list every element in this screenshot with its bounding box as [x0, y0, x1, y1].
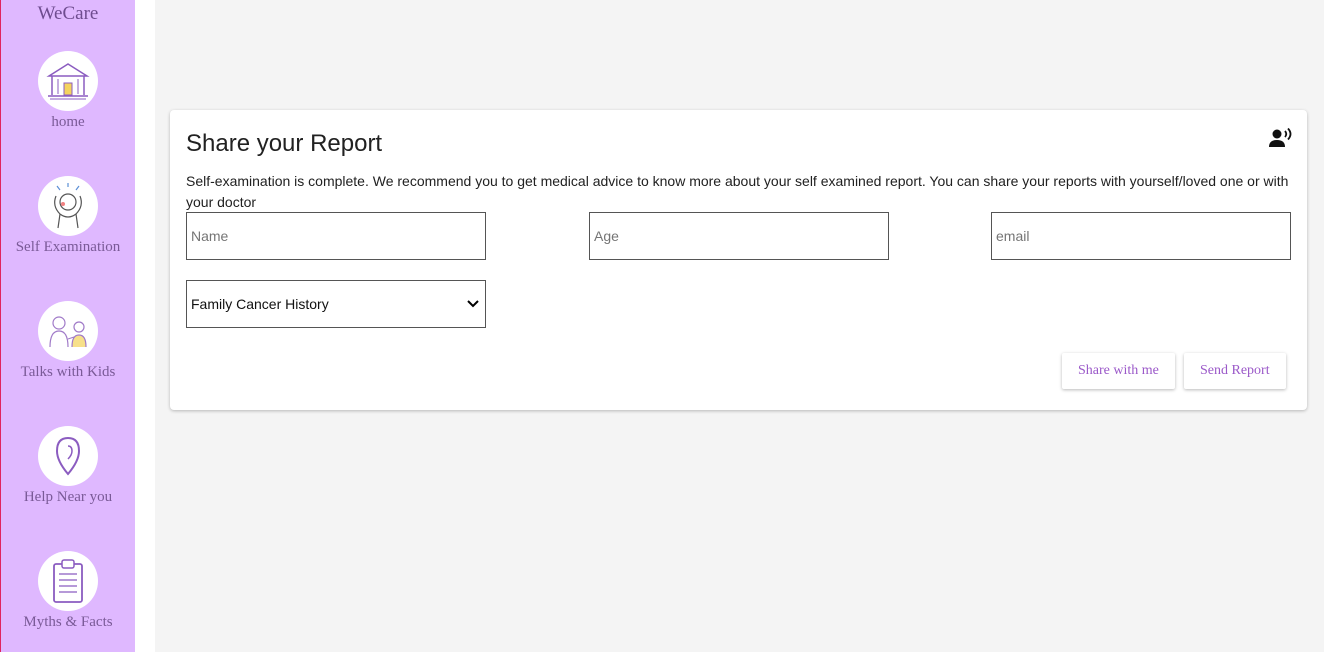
age-input[interactable] [589, 212, 889, 260]
sidebar: WeCare home Self Examination Talks with … [0, 0, 135, 652]
share-with-me-button[interactable]: Share with me [1062, 353, 1175, 389]
text-to-speech-icon[interactable] [1269, 127, 1293, 149]
page-title: Share your Report [186, 130, 383, 157]
talks-with-kids-icon [38, 301, 98, 361]
sidebar-item-self-examination[interactable]: Self Examination [1, 176, 135, 256]
sidebar-item-label: Self Examination [15, 239, 121, 255]
email-input[interactable] [991, 212, 1291, 260]
sidebar-item-label: home [51, 114, 85, 130]
family-cancer-history-select[interactable]: Family Cancer History [186, 280, 486, 328]
self-examination-icon [38, 176, 98, 236]
sidebar-item-label: Myths & Facts [23, 614, 113, 630]
share-report-card: Share your Report Self-examination is co… [170, 110, 1307, 410]
sidebar-item-home[interactable]: home [1, 51, 135, 131]
brand-title: WeCare [37, 3, 99, 24]
home-icon [38, 51, 98, 111]
sidebar-item-talks-with-kids[interactable]: Talks with Kids [1, 301, 135, 381]
sidebar-item-label: Help Near you [23, 489, 113, 505]
clipboard-icon [38, 551, 98, 611]
sidebar-item-label: Talks with Kids [20, 364, 116, 380]
sidebar-item-myths-facts[interactable]: Myths & Facts [1, 551, 135, 631]
sidebar-gutter [135, 0, 155, 652]
send-report-button[interactable]: Send Report [1184, 353, 1286, 389]
chevron-down-icon [467, 300, 479, 308]
report-description: Self-examination is complete. We recomme… [186, 173, 1289, 210]
name-input[interactable] [186, 212, 486, 260]
location-pin-icon [38, 426, 98, 486]
sidebar-item-help-near-you[interactable]: Help Near you [1, 426, 135, 506]
select-value: Family Cancer History [191, 296, 329, 312]
